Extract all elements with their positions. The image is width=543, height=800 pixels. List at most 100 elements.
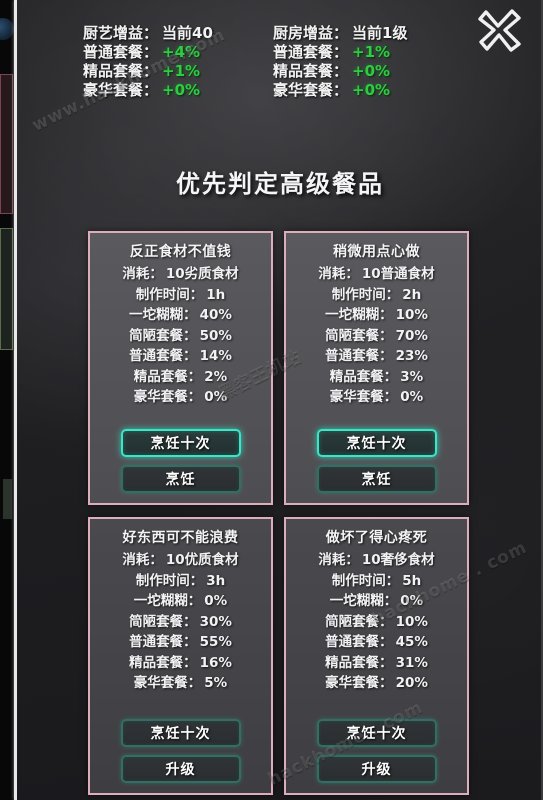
stat-label: 豪华套餐： [329, 389, 398, 405]
stat-row: 精品套餐： 3% [300, 368, 453, 385]
stat-value: 10优质食材 [165, 552, 239, 568]
upgrade-button[interactable]: 升级 [316, 755, 437, 783]
buff-row-label: 普通套餐： [83, 43, 159, 61]
stat-value: 2h [402, 286, 422, 303]
stat-value: 31% [395, 654, 428, 671]
stat-row: 豪华套餐： 0% [104, 389, 257, 405]
cook-ten-times-button[interactable]: 烹饪十次 [316, 429, 437, 457]
recipe-card[interactable]: 稍微用点心做 消耗： 10普通食材 制作时间： 2h 一坨糊糊： 10% 简陋套… [284, 231, 469, 505]
stat-value: 10% [395, 613, 428, 630]
cook-ten-times-button[interactable]: 烹饪十次 [120, 429, 241, 457]
background-orb [0, 18, 14, 40]
background-panel-pink [0, 74, 13, 214]
stat-row: 一坨糊糊： 0% [104, 593, 257, 609]
recipe-stats: 消耗： 10劣质食材 制作时间： 1h 一坨糊糊： 40% 简陋套餐： 50% [90, 266, 271, 405]
stat-row: 豪华套餐： 5% [104, 675, 257, 691]
stat-row: 一坨糊糊： 0% [300, 593, 453, 609]
stat-value: 10% [395, 307, 428, 323]
stat-row: 豪华套餐： 0% [300, 389, 453, 405]
stat-value: 20% [395, 675, 428, 691]
stat-value: 16% [199, 654, 232, 671]
recipe-actions: 烹饪十次 烹饪 [286, 429, 467, 493]
stat-label: 消耗： [122, 552, 163, 568]
stat-value: 3h [206, 572, 226, 589]
stat-row: 制作时间： 3h [104, 572, 257, 589]
stat-label: 简陋套餐： [129, 327, 197, 344]
recipe-card[interactable]: 反正食材不值钱 消耗： 10劣质食材 制作时间： 1h 一坨糊糊： 40% 简陋… [88, 231, 273, 505]
stat-row: 一坨糊糊： 40% [104, 307, 257, 323]
recipe-actions: 烹饪十次 烹饪 [90, 429, 271, 493]
buff-row-value: +1% [162, 62, 201, 80]
stat-label: 普通套餐： [325, 348, 393, 364]
stat-row: 普通套餐： 45% [300, 634, 453, 650]
recipe-card[interactable]: 好东西可不能浪费 消耗： 10优质食材 制作时间： 3h 一坨糊糊： 0% 简陋… [88, 517, 273, 795]
stat-value: 55% [199, 634, 232, 650]
recipe-stats: 消耗： 10优质食材 制作时间： 3h 一坨糊糊： 0% 简陋套餐： 30% 普… [90, 552, 271, 691]
stat-row: 制作时间： 2h [300, 286, 453, 303]
buff-row-label: 豪华套餐： [273, 81, 349, 99]
stat-row: 普通套餐： 23% [300, 348, 453, 364]
recipe-actions: 烹饪十次 升级 [286, 719, 467, 783]
stat-value: 5h [402, 572, 422, 589]
stat-row: 一坨糊糊： 10% [300, 307, 453, 323]
stat-row: 精品套餐： 16% [104, 654, 257, 671]
stat-label: 消耗： [122, 266, 163, 282]
stat-row: 简陋套餐： 10% [300, 613, 453, 630]
stat-label: 制作时间： [135, 286, 204, 303]
buff-title-label: 厨房增益： [273, 24, 349, 42]
cook-once-button[interactable]: 烹饪 [316, 465, 437, 493]
stat-value: 23% [395, 348, 428, 364]
recipe-card[interactable]: 做坏了得心疼死 消耗： 10奢侈食材 制作时间： 5h 一坨糊糊： 0% 简陋套… [284, 517, 469, 795]
recipe-stats: 消耗： 10奢侈食材 制作时间： 5h 一坨糊糊： 0% 简陋套餐： 10% 普… [286, 552, 467, 691]
buff-row-label: 普通套餐： [273, 43, 349, 61]
stat-value: 45% [395, 634, 428, 650]
stat-label: 精品套餐： [129, 654, 197, 671]
stat-value: 30% [199, 613, 232, 630]
stat-row: 消耗： 10奢侈食材 [300, 552, 453, 568]
stat-value: 3% [400, 368, 424, 385]
buff-row-value: +0% [352, 81, 391, 99]
stat-label: 精品套餐： [329, 368, 398, 385]
buff-row-label: 精品套餐： [273, 62, 349, 80]
buff-row-value: +0% [162, 81, 201, 99]
stat-label: 精品套餐： [325, 654, 393, 671]
cooking-modal: 厨艺增益： 当前40 普通套餐： +4% 精品套餐： +1% 豪华套餐： +0% [17, 0, 543, 800]
stat-value: 40% [199, 307, 232, 323]
upgrade-button[interactable]: 升级 [120, 755, 241, 783]
stat-value: 5% [204, 675, 228, 691]
stat-label: 精品套餐： [133, 368, 202, 385]
cooking-skill-buff-block: 厨艺增益： 当前40 普通套餐： +4% 精品套餐： +1% 豪华套餐： +0% [83, 26, 213, 102]
stat-label: 消耗： [318, 552, 359, 568]
buff-row-label: 精品套餐： [83, 62, 159, 80]
stat-row: 消耗： 10普通食材 [300, 266, 453, 282]
recipe-title: 稍微用点心做 [333, 244, 420, 260]
stat-label: 普通套餐： [129, 634, 197, 650]
kitchen-buff-block: 厨房增益： 当前1级 普通套餐： +1% 精品套餐： +0% 豪华套餐： +0% [273, 26, 407, 102]
stat-label: 豪华套餐： [133, 675, 202, 691]
buff-row: 精品套餐： +1% [83, 64, 213, 79]
stat-value: 2% [204, 368, 228, 385]
buff-row: 普通套餐： +1% [273, 45, 407, 60]
recipe-title: 反正食材不值钱 [129, 244, 232, 260]
recipe-title: 好东西可不能浪费 [122, 530, 239, 546]
stat-label: 豪华套餐： [133, 389, 202, 405]
stat-value: 14% [199, 348, 232, 364]
buff-row-value: +1% [352, 43, 391, 61]
stat-value: 0% [204, 593, 228, 609]
cook-ten-times-button[interactable]: 烹饪十次 [120, 719, 241, 747]
stat-value: 10普通食材 [361, 266, 435, 282]
page-title: 优先判定高级餐品 [176, 170, 384, 198]
stat-label: 制作时间： [135, 572, 204, 589]
stat-value: 1h [206, 286, 226, 303]
cook-ten-times-button[interactable]: 烹饪十次 [316, 719, 437, 747]
stat-value: 10劣质食材 [165, 266, 239, 282]
stat-label: 一坨糊糊： [129, 307, 197, 323]
stat-value: 50% [199, 327, 232, 344]
stat-value: 0% [400, 593, 424, 609]
stat-row: 消耗： 10优质食材 [104, 552, 257, 568]
buff-row: 普通套餐： +4% [83, 45, 213, 60]
close-x-icon[interactable] [472, 2, 530, 58]
stat-label: 一坨糊糊： [133, 593, 202, 609]
cook-once-button[interactable]: 烹饪 [120, 465, 241, 493]
stat-label: 普通套餐： [129, 348, 197, 364]
